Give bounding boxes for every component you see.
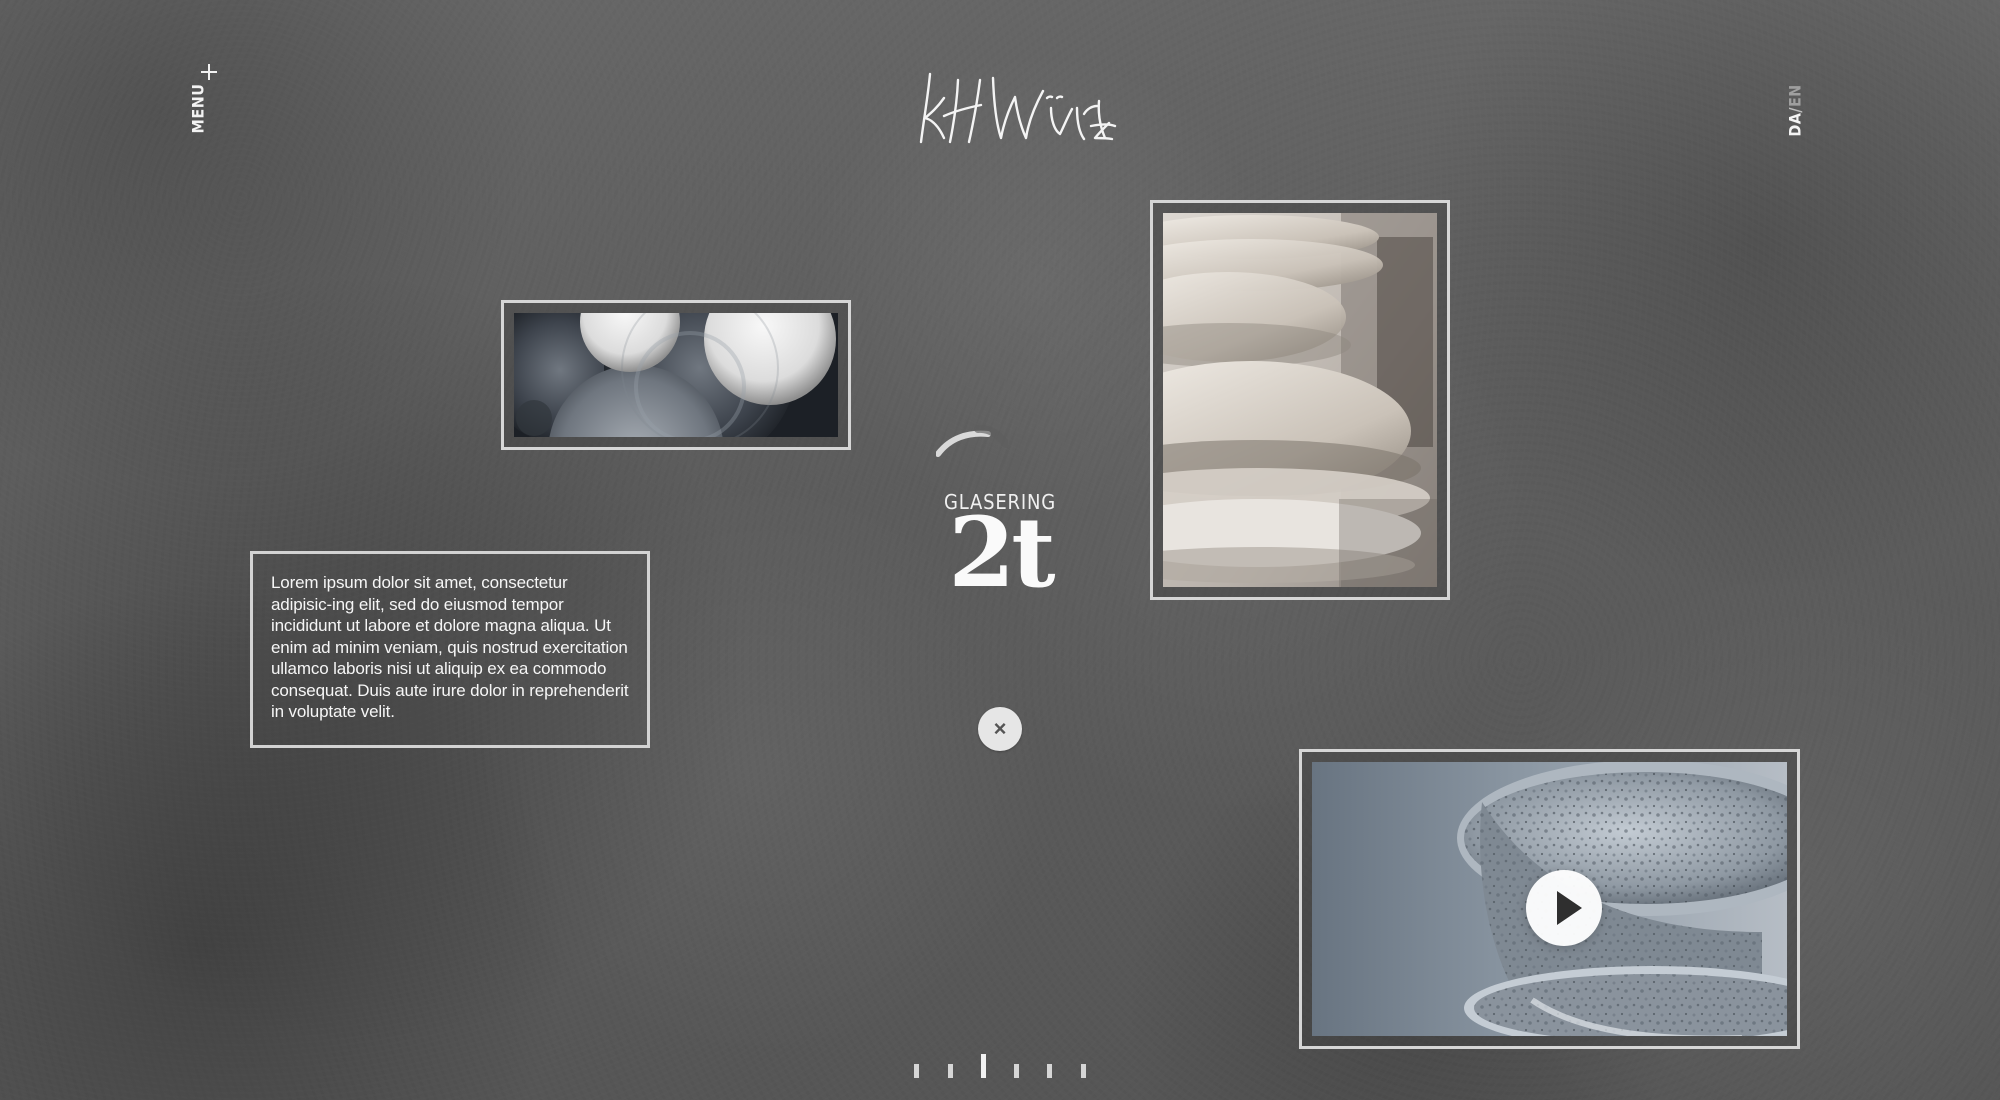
signature-logo bbox=[919, 72, 1117, 144]
intro-text-box: Lorem ipsum dolor sit amet, consectetur … bbox=[250, 551, 650, 748]
plates-thumbnail[interactable] bbox=[501, 300, 851, 450]
page-indicator-1[interactable] bbox=[914, 1064, 919, 1078]
stacked-plates-thumbnail[interactable] bbox=[1150, 200, 1450, 600]
page-indicator-4[interactable] bbox=[1014, 1064, 1019, 1078]
language-text: DA/EN bbox=[1786, 84, 1805, 136]
menu-toggle[interactable]: MENU bbox=[188, 64, 222, 140]
language-separator: / bbox=[1785, 107, 1805, 113]
play-icon[interactable] bbox=[1526, 870, 1602, 946]
close-button[interactable]: × bbox=[978, 707, 1022, 751]
stacked-plates-image bbox=[1163, 213, 1437, 587]
section-value: 2t bbox=[948, 496, 1055, 609]
menu-label[interactable]: MENU bbox=[188, 84, 207, 134]
close-icon: × bbox=[993, 716, 1007, 741]
page-indicator-6[interactable] bbox=[1081, 1064, 1086, 1078]
language-switcher: DA/EN bbox=[1779, 81, 1805, 141]
plus-icon[interactable] bbox=[201, 64, 217, 80]
page-indicator-2[interactable] bbox=[948, 1064, 953, 1078]
language-en[interactable]: EN bbox=[1786, 84, 1805, 107]
page-indicator-3-active[interactable] bbox=[981, 1054, 986, 1078]
bowls-video-image bbox=[1312, 762, 1787, 1036]
intro-text: Lorem ipsum dolor sit amet, consectetur … bbox=[271, 573, 629, 721]
brand-logo[interactable] bbox=[886, 60, 1118, 156]
page-indicator-5[interactable] bbox=[1047, 1064, 1052, 1078]
pagination bbox=[910, 1054, 1092, 1078]
plates-image bbox=[514, 313, 838, 437]
language-da[interactable]: DA bbox=[1786, 113, 1805, 137]
video-thumbnail[interactable] bbox=[1299, 749, 1800, 1049]
section-arc bbox=[936, 424, 1008, 458]
